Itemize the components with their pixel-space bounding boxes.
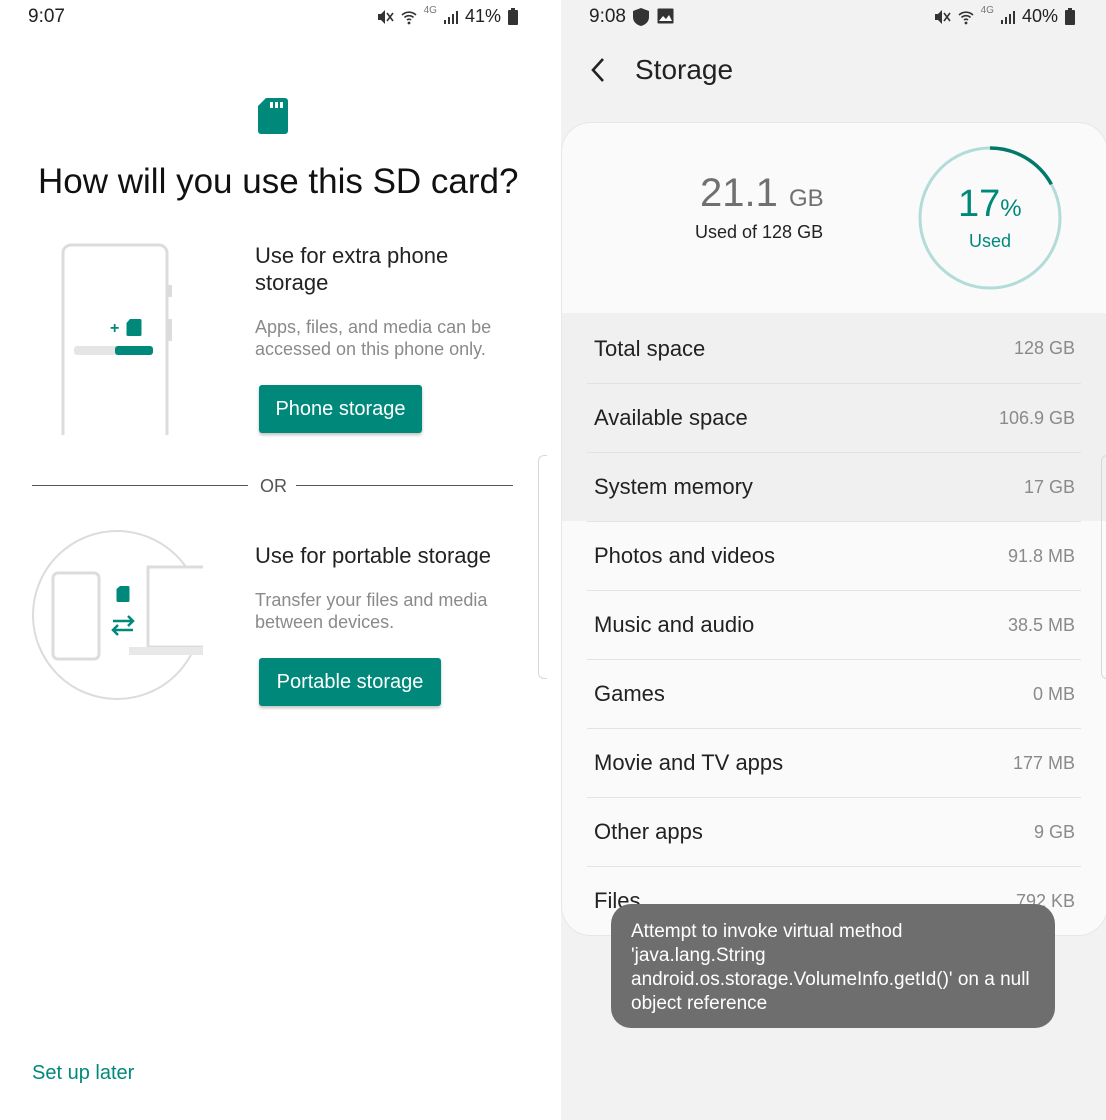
status-time: 9:07 [28, 6, 65, 27]
wifi-icon [958, 10, 974, 24]
error-toast: Attempt to invoke virtual method 'java.l… [611, 904, 1055, 1028]
usage-percent-label: Used [969, 231, 1012, 251]
wifi-icon [401, 10, 417, 24]
portable-storage-illustration [32, 530, 203, 700]
storage-row-total[interactable]: Total space 128 GB [587, 314, 1081, 383]
page-title: Storage [635, 54, 734, 85]
signal-icon [1000, 10, 1015, 24]
storage-row-games[interactable]: Games 0 MB [587, 659, 1081, 728]
storage-row-system[interactable]: System memory 17 GB [587, 452, 1081, 521]
row-label: System memory [594, 474, 753, 499]
status-time: 9:08 [589, 6, 626, 27]
network-label: 4G [980, 5, 994, 16]
status-icons: 4G 40% [933, 5, 1076, 27]
row-value: 0 MB [1032, 683, 1075, 704]
storage-row-music[interactable]: Music and audio 38.5 MB [587, 590, 1081, 659]
image-icon [657, 8, 674, 24]
row-label: Games [594, 681, 665, 706]
row-value: 128 GB [1013, 338, 1075, 358]
back-arrow-icon[interactable] [589, 56, 609, 84]
row-label: Photos and videos [594, 543, 776, 568]
usage-percent-unit: % [1000, 195, 1022, 222]
row-label: Available space [594, 405, 748, 430]
signal-icon [443, 10, 458, 24]
portable-storage-button[interactable]: Portable storage [259, 658, 441, 706]
battery-percent: 41% [464, 6, 501, 26]
used-amount: 21.1 GB [700, 171, 824, 216]
row-label: Music and audio [594, 612, 755, 637]
phone-storage-illustration: + [61, 243, 172, 435]
set-up-later-link[interactable]: Set up later [32, 1062, 134, 1085]
storage-row-available[interactable]: Available space 106.9 GB [587, 383, 1081, 452]
phone-storage-button[interactable]: Phone storage [259, 385, 422, 433]
row-value: 38.5 MB [1007, 614, 1075, 635]
row-label: Total space [594, 335, 706, 361]
storage-row-movies[interactable]: Movie and TV apps 177 MB [587, 728, 1081, 797]
sd-card-icon [258, 98, 288, 134]
svg-text:+: + [110, 320, 119, 337]
row-value: 9 GB [1033, 821, 1075, 842]
row-value: 177 MB [1012, 752, 1075, 773]
used-unit: GB [788, 185, 824, 212]
option-extra-storage-title: Use for extra phone storage [255, 243, 449, 295]
row-label: Other apps [594, 819, 703, 844]
page-title: How will you use this SD card? [38, 162, 519, 201]
usage-percent-value: 17 [958, 183, 1001, 225]
shield-icon [633, 8, 649, 26]
edge-handle[interactable] [538, 455, 547, 679]
mute-icon [934, 9, 951, 24]
divider-right [296, 485, 513, 486]
used-value: 21.1 [700, 171, 778, 215]
storage-row-photos[interactable]: Photos and videos 91.8 MB [587, 521, 1081, 590]
usage-percent: 17% [958, 183, 1022, 226]
storage-row-other-apps[interactable]: Other apps 9 GB [587, 797, 1081, 866]
row-label: Movie and TV apps [594, 750, 784, 775]
storage-card: 21.1 GB Used of 128 GB 17% Used Total sp… [561, 122, 1106, 936]
option-portable-storage-title: Use for portable storage [255, 543, 492, 568]
battery-icon [1065, 7, 1075, 25]
edge-handle[interactable] [1101, 455, 1106, 679]
battery-icon [508, 7, 518, 25]
row-value: 106.9 GB [998, 407, 1075, 428]
or-divider-label: OR [260, 476, 287, 496]
option-extra-storage-description: Apps, files, and media can be accessed o… [255, 317, 492, 359]
battery-percent: 40% [1021, 6, 1058, 26]
network-label: 4G [423, 5, 437, 16]
row-value: 17 GB [1023, 476, 1075, 497]
sd-setup-screen: 9:07 4G 41% How will you use this SD car… [0, 0, 561, 1120]
used-of-total: Used of 128 GB [695, 222, 824, 242]
status-icons: 4G 41% [376, 5, 519, 27]
option-portable-storage-description: Transfer your files and media between de… [255, 590, 488, 632]
mute-icon [377, 9, 394, 24]
row-value: 91.8 MB [1007, 545, 1075, 566]
divider-left [32, 485, 248, 486]
